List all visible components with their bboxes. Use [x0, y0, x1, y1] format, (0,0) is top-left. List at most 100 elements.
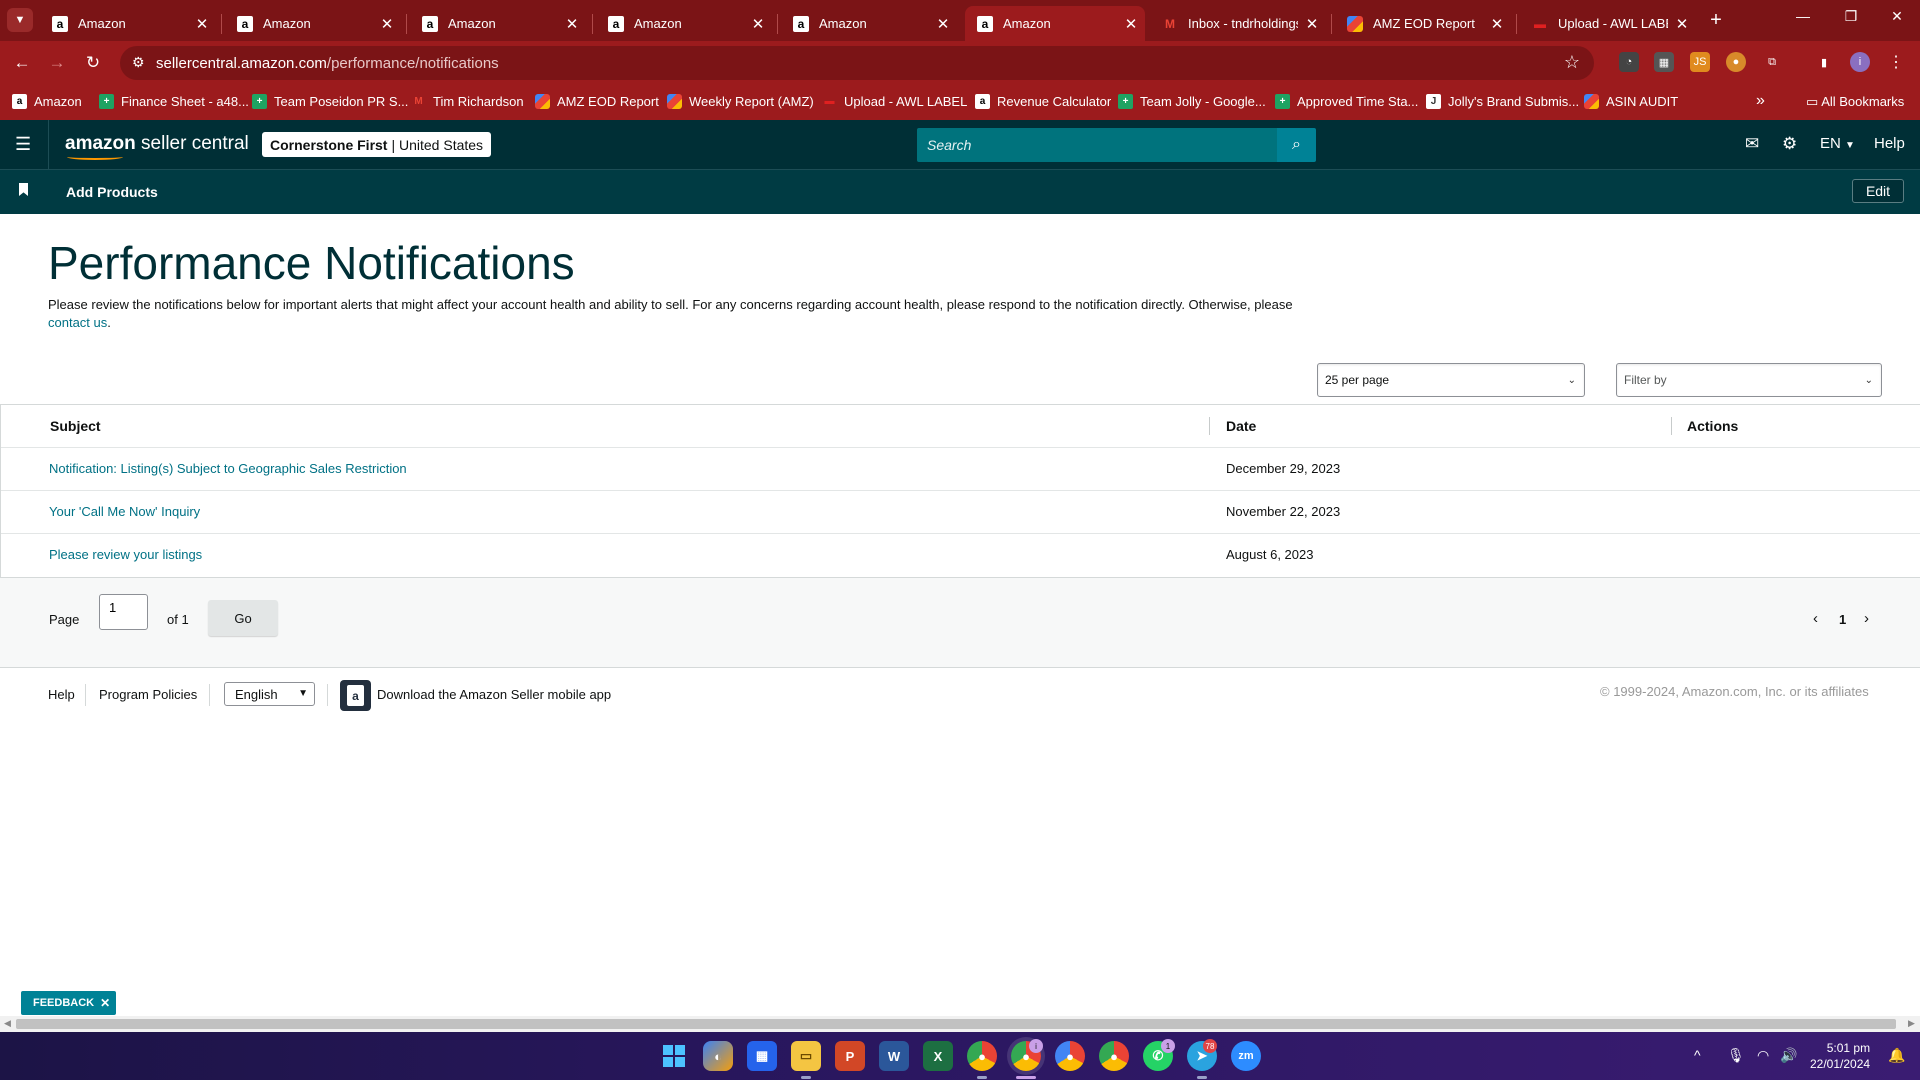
qr-extension-icon[interactable]: ▦	[1654, 52, 1674, 72]
scroll-left-icon[interactable]: ◀	[4, 1018, 11, 1029]
browser-tab-active[interactable]: a Amazon ✕	[965, 6, 1145, 41]
volume-icon[interactable]: 🔊	[1780, 1047, 1797, 1064]
bookmark-item[interactable]: ▬ Upload - AWL LABEL	[822, 94, 968, 109]
bookmark-item[interactable]: AMZ EOD Report	[535, 94, 659, 109]
horizontal-scrollbar[interactable]: ◀ ▶	[0, 1016, 1920, 1032]
chevron-left-icon[interactable]: ‹	[1813, 610, 1818, 627]
seller-app-icon[interactable]: a	[340, 680, 371, 711]
back-icon[interactable]: ←	[11, 53, 33, 73]
go-button[interactable]: Go	[208, 600, 278, 636]
side-panel-icon[interactable]: ▮	[1814, 52, 1834, 72]
store-icon[interactable]: ▦	[747, 1041, 777, 1071]
zoom-icon[interactable]: zm	[1231, 1041, 1261, 1071]
column-subject[interactable]: Subject	[50, 418, 101, 434]
profile-avatar-icon[interactable]: i	[1850, 52, 1870, 72]
color-extension-icon[interactable]: ●	[1726, 52, 1746, 72]
browser-tab[interactable]: M Inbox - tndrholdings ✕	[1150, 6, 1326, 41]
filter-select[interactable]: Filter by ⌄	[1616, 363, 1882, 397]
bookmark-icon[interactable]	[19, 183, 28, 196]
notifications-bell-icon[interactable]: 🔔	[1888, 1047, 1905, 1064]
current-page-number[interactable]: 1	[1839, 612, 1846, 627]
close-tab-icon[interactable]: ✕	[1298, 15, 1326, 33]
bookmark-item[interactable]: ASIN AUDIT	[1584, 94, 1678, 109]
browser-tab[interactable]: a Amazon ✕	[40, 6, 216, 41]
forward-icon[interactable]: →	[46, 53, 68, 73]
microphone-icon[interactable]: 🎙	[1727, 1047, 1745, 1064]
bookmark-item[interactable]: + Team Jolly - Google...	[1118, 94, 1266, 109]
system-clock[interactable]: 5:01 pm 22/01/2024	[1810, 1040, 1870, 1072]
tray-overflow-icon[interactable]: ^	[1694, 1047, 1701, 1063]
extension-icon[interactable]: ◔	[1619, 52, 1639, 72]
chrome-icon[interactable]: ●	[1055, 1041, 1085, 1071]
seller-central-logo[interactable]: amazon seller central	[65, 133, 249, 160]
bookmark-item[interactable]: J Jolly's Brand Submis...	[1426, 94, 1579, 109]
bookmark-item[interactable]: a Amazon	[12, 94, 82, 109]
help-link[interactable]: Help	[1874, 135, 1905, 152]
search-button[interactable]: ⌕	[1277, 128, 1316, 162]
close-tab-icon[interactable]: ✕	[1483, 15, 1511, 33]
browser-tab[interactable]: AMZ EOD Report ✕	[1335, 6, 1511, 41]
bookmark-item[interactable]: a Revenue Calculator	[975, 94, 1111, 109]
browser-tab[interactable]: a Amazon ✕	[410, 6, 586, 41]
search-input[interactable]	[917, 128, 1277, 162]
notification-subject-link[interactable]: Notification: Listing(s) Subject to Geog…	[49, 461, 407, 476]
tab-search-icon[interactable]: ▼	[7, 8, 33, 32]
powerpoint-icon[interactable]: P	[835, 1041, 865, 1071]
close-tab-icon[interactable]: ✕	[188, 15, 216, 33]
page-number-input[interactable]	[99, 594, 148, 630]
minimize-icon[interactable]: —	[1780, 8, 1826, 24]
browser-tab[interactable]: a Amazon ✕	[225, 6, 401, 41]
word-icon[interactable]: W	[879, 1041, 909, 1071]
all-bookmarks-folder[interactable]: ▭ All Bookmarks	[1806, 94, 1904, 110]
close-tab-icon[interactable]: ✕	[1117, 15, 1145, 33]
chrome-icon[interactable]: ●	[1099, 1041, 1129, 1071]
language-selector[interactable]: EN ▼	[1820, 135, 1855, 152]
close-tab-icon[interactable]: ✕	[929, 15, 957, 33]
more-bookmarks-icon[interactable]: »	[1756, 92, 1765, 110]
notification-subject-link[interactable]: Your 'Call Me Now' Inquiry	[49, 504, 200, 519]
bookmark-item[interactable]: M Tim Richardson	[411, 94, 523, 109]
address-bar[interactable]: ⚙ sellercentral.amazon.com/performance/n…	[120, 46, 1594, 80]
excel-icon[interactable]: X	[923, 1041, 953, 1071]
browser-tab[interactable]: a Amazon ✕	[781, 6, 957, 41]
bookmark-item[interactable]: + Team Poseidon PR S...	[252, 94, 408, 109]
extensions-puzzle-icon[interactable]: ⧉	[1762, 52, 1782, 72]
edit-button[interactable]: Edit	[1852, 179, 1904, 203]
widgets-icon[interactable]: ◐	[703, 1041, 733, 1071]
program-policies-link[interactable]: Program Policies	[99, 687, 197, 702]
windows-start-icon[interactable]	[659, 1041, 689, 1071]
close-tab-icon[interactable]: ✕	[558, 15, 586, 33]
js-extension-icon[interactable]: JS	[1690, 52, 1710, 72]
contact-us-link[interactable]: contact us	[48, 315, 107, 330]
close-tab-icon[interactable]: ✕	[1668, 15, 1696, 33]
bookmark-item[interactable]: + Approved Time Sta...	[1275, 94, 1418, 109]
close-tab-icon[interactable]: ✕	[373, 15, 401, 33]
wifi-icon[interactable]: ◠	[1757, 1047, 1769, 1064]
site-info-icon[interactable]: ⚙	[132, 54, 145, 71]
footer-language-select[interactable]: English ▼	[224, 682, 315, 706]
feedback-button[interactable]: FEEDBACK ✕	[21, 991, 117, 1015]
per-page-select[interactable]: 25 per page ⌄	[1317, 363, 1585, 397]
file-explorer-icon[interactable]: ▭	[791, 1041, 821, 1071]
window-close-icon[interactable]: ✕	[1874, 8, 1920, 25]
mail-icon[interactable]: ✉	[1745, 134, 1759, 154]
browser-tab[interactable]: ▬ Upload - AWL LABEL ✕	[1520, 6, 1696, 41]
add-products-link[interactable]: Add Products	[66, 184, 158, 200]
chrome-icon[interactable]: ●	[967, 1041, 997, 1071]
footer-help-link[interactable]: Help	[48, 687, 75, 702]
store-selector[interactable]: Cornerstone First | United States	[262, 132, 492, 157]
hamburger-menu-icon[interactable]: ☰	[15, 134, 31, 155]
url-text[interactable]: sellercentral.amazon.com/performance/not…	[156, 55, 499, 72]
browser-menu-icon[interactable]: ⋮	[1886, 52, 1906, 72]
settings-gear-icon[interactable]: ⚙	[1782, 134, 1797, 154]
bookmark-item[interactable]: Weekly Report (AMZ)	[667, 94, 814, 109]
scrollbar-thumb[interactable]	[16, 1019, 1896, 1029]
column-date[interactable]: Date	[1226, 418, 1256, 434]
scroll-right-icon[interactable]: ▶	[1908, 1018, 1915, 1029]
chevron-right-icon[interactable]: ›	[1864, 610, 1869, 627]
reload-icon[interactable]: ↻	[82, 53, 104, 73]
bookmark-star-icon[interactable]: ☆	[1564, 52, 1580, 73]
browser-tab[interactable]: a Amazon ✕	[596, 6, 772, 41]
new-tab-icon[interactable]: +	[1704, 8, 1728, 32]
restore-icon[interactable]: ❐	[1828, 8, 1874, 25]
